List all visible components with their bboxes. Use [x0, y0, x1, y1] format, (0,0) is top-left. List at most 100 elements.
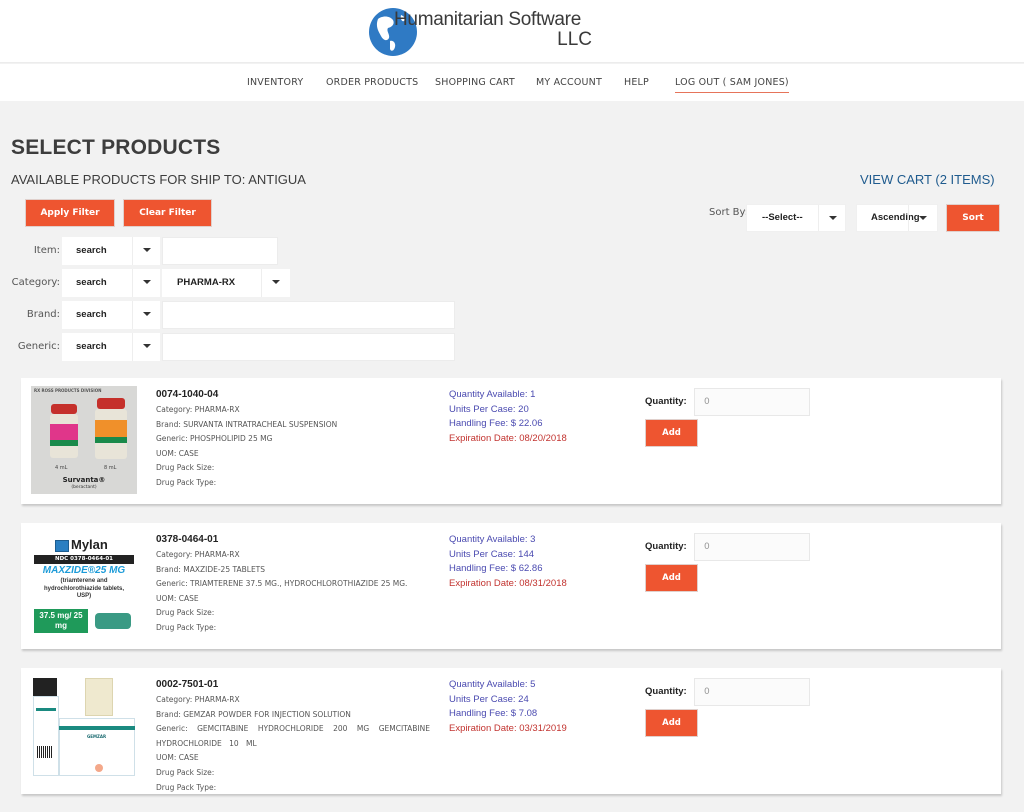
product-image: Mylan NDC 0378-0464-01 MAXZIDE®25 MG (tr… [31, 531, 137, 639]
clear-filter-button[interactable]: Clear Filter [123, 199, 212, 227]
handling-fee: Handling Fee: $ 7.08 [449, 708, 538, 720]
sort-by-label: Sort By: [709, 207, 749, 218]
chevron-down-icon[interactable] [818, 205, 846, 231]
units-per-case: Units Per Case: 24 [449, 693, 529, 705]
filter-item-label: Item: [33, 245, 60, 256]
product-generic: Generic: TRIAMTERENE 37.5 MG., HYDROCHLO… [156, 579, 408, 589]
image-vial2-text: 8 mL [104, 465, 117, 471]
add-button[interactable]: Add [645, 564, 698, 592]
filter-category-select[interactable]: PHARMA-RX [162, 269, 290, 297]
filter-generic-label: Generic: [17, 341, 60, 352]
nav-shopping-cart[interactable]: SHOPPING CART [435, 77, 515, 88]
product-info: 0002-7501-01 Category: PHARMA-RX Brand: … [156, 679, 436, 795]
product-card: Mylan NDC 0378-0464-01 MAXZIDE®25 MG (tr… [21, 523, 1001, 649]
filter-category-mode-value: search [76, 277, 107, 288]
nav-inventory[interactable]: INVENTORY [247, 77, 303, 88]
expiration-date: Expiration Date: 08/20/2018 [449, 432, 567, 444]
chevron-down-icon[interactable] [132, 269, 160, 297]
filter-category-label: Category: [11, 277, 60, 288]
product-card: RX ROSS PRODUCTS DIVISION 4 mL 8 mL Surv… [21, 378, 1001, 504]
product-code: 0074-1040-04 [156, 389, 219, 400]
product-image: GEMZAR [31, 676, 137, 784]
quantity-label: Quantity: [645, 541, 687, 552]
quantity-available: Quantity Available: 3 [449, 534, 536, 545]
product-brand: Brand: GEMZAR POWDER FOR INJECTION SOLUT… [156, 709, 351, 719]
product-uom: UOM: CASE [156, 593, 199, 603]
add-button[interactable]: Add [645, 709, 698, 737]
apply-filter-button[interactable]: Apply Filter [25, 199, 115, 227]
logo-title: Humanitarian Software [394, 9, 581, 30]
product-pack-size: Drug Pack Size: [156, 608, 215, 618]
product-uom: UOM: CASE [156, 448, 199, 458]
quantity-label: Quantity: [645, 396, 687, 407]
view-cart-link[interactable]: VIEW CART (2 ITEMS) [860, 172, 995, 187]
sort-button[interactable]: Sort [946, 204, 1000, 232]
image-brand-text: Mylan [71, 537, 108, 552]
ship-to-subtitle: AVAILABLE PRODUCTS FOR SHIP TO: ANTIGUA [11, 172, 306, 187]
product-stats: Quantity Available: 5 Units Per Case: 24… [449, 678, 567, 736]
quantity-available: Quantity Available: 5 [449, 679, 536, 690]
handling-fee: Handling Fee: $ 62.86 [449, 563, 543, 575]
product-code: 0002-7501-01 [156, 679, 219, 690]
product-stats: Quantity Available: 1 Units Per Case: 20… [449, 388, 567, 446]
product-uom: UOM: CASE [156, 753, 199, 763]
expiration-date: Expiration Date: 08/31/2018 [449, 577, 567, 589]
quantity-available: Quantity Available: 1 [449, 389, 536, 400]
sort-field-select[interactable]: --Select-- [746, 204, 846, 232]
filter-item-input[interactable] [162, 237, 278, 265]
chevron-down-icon[interactable] [132, 237, 160, 265]
image-vial1-text: 4 mL [55, 465, 68, 471]
company-logo[interactable]: Humanitarian Software LLC [368, 5, 608, 57]
image-header-text: RX ROSS PRODUCTS DIVISION [34, 388, 102, 393]
chevron-down-icon[interactable] [132, 333, 160, 361]
expiration-date: Expiration Date: 03/31/2019 [449, 722, 567, 734]
product-generic: Generic: GEMCITABINE HYDROCHLORIDE 200 M… [156, 724, 430, 748]
units-per-case: Units Per Case: 144 [449, 548, 535, 560]
product-category: Category: PHARMA-RX [156, 695, 240, 704]
sort-field-value: --Select-- [762, 212, 803, 223]
product-pack-type: Drug Pack Type: [156, 782, 217, 792]
product-pack-size: Drug Pack Size: [156, 463, 215, 473]
main-nav: INVENTORY ORDER PRODUCTS SHOPPING CART M… [0, 64, 1024, 101]
filter-brand-input[interactable] [162, 301, 455, 329]
image-sub-text: (beractant) [71, 485, 97, 490]
product-card: GEMZAR 0002-7501-01 Category: PHARMA-RX … [21, 668, 1001, 794]
product-info: 0378-0464-01 Category: PHARMA-RX Brand: … [156, 534, 436, 636]
quantity-input[interactable] [694, 678, 810, 706]
product-brand: Brand: MAXZIDE-25 TABLETS [156, 564, 266, 574]
filter-generic-mode-select[interactable]: search [62, 333, 160, 361]
chevron-down-icon[interactable] [908, 205, 938, 231]
image-ndc-text: NDC 0378-0464-01 [34, 555, 134, 564]
product-category: Category: PHARMA-RX [156, 405, 240, 414]
filter-item-mode-select[interactable]: search [62, 237, 160, 265]
quantity-input[interactable] [694, 388, 810, 416]
nav-my-account[interactable]: MY ACCOUNT [536, 77, 602, 88]
nav-logout[interactable]: LOG OUT ( SAM JONES) [675, 77, 789, 93]
handling-fee: Handling Fee: $ 22.06 [449, 418, 543, 430]
page-title: SELECT PRODUCTS [11, 136, 221, 159]
filter-category-value: PHARMA-RX [177, 277, 236, 288]
product-info: 0074-1040-04 Category: PHARMA-RX Brand: … [156, 389, 436, 491]
product-category: Category: PHARMA-RX [156, 550, 240, 559]
chevron-down-icon[interactable] [132, 301, 160, 329]
filter-brand-mode-select[interactable]: search [62, 301, 160, 329]
product-image: RX ROSS PRODUCTS DIVISION 4 mL 8 mL Surv… [31, 386, 137, 494]
product-pack-size: Drug Pack Size: [156, 767, 215, 777]
filter-brand-label: Brand: [26, 309, 60, 320]
filter-generic-input[interactable] [162, 333, 455, 361]
logo-suffix: LLC [557, 29, 592, 50]
sort-order-select[interactable]: Ascending [856, 204, 938, 232]
filter-category-mode-select[interactable]: search [62, 269, 160, 297]
product-brand: Brand: SURVANTA INTRATRACHEAL SUSPENSION [156, 419, 338, 429]
filter-generic-mode-value: search [76, 341, 107, 352]
product-code: 0378-0464-01 [156, 534, 219, 545]
nav-help[interactable]: HELP [624, 77, 649, 88]
chevron-down-icon[interactable] [261, 269, 290, 297]
image-name-text: GEMZAR [87, 734, 107, 739]
top-header: Humanitarian Software LLC [0, 0, 1024, 63]
nav-order-products[interactable]: ORDER PRODUCTS [326, 77, 418, 88]
image-dose-text: 37.5 mg/ 25 mg [34, 609, 88, 633]
add-button[interactable]: Add [645, 419, 698, 447]
quantity-input[interactable] [694, 533, 810, 561]
units-per-case: Units Per Case: 20 [449, 403, 529, 415]
